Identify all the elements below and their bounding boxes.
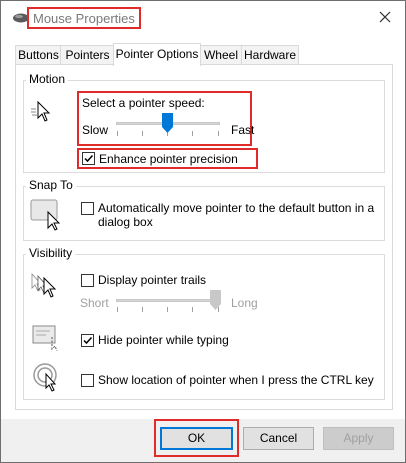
tab-pointer-options[interactable]: Pointer Options [113, 43, 201, 66]
snap-to-label-line2: dialog box [98, 215, 153, 229]
enhance-precision-label: Enhance pointer precision [99, 152, 238, 166]
snap-to-checkbox[interactable] [81, 202, 94, 215]
cancel-button[interactable]: Cancel [243, 427, 314, 450]
mouse-properties-window: Mouse Properties Buttons Pointers Pointe… [0, 0, 406, 463]
tab-wheel[interactable]: Wheel [199, 45, 243, 65]
visibility-group-label: Visibility [26, 246, 76, 260]
show-location-label: Show location of pointer when I press th… [98, 373, 374, 387]
tab-pointers[interactable]: Pointers [60, 45, 115, 65]
motion-group: Motion Select a pointer speed: Slow Fast [23, 72, 385, 173]
speed-slider-thumb[interactable] [162, 113, 173, 133]
hide-pointer-icon [32, 323, 62, 354]
close-icon[interactable] [377, 9, 393, 25]
pointer-trails-icon [30, 272, 60, 303]
hide-pointer-checkbox[interactable] [81, 334, 94, 347]
tab-hardware[interactable]: Hardware [241, 45, 299, 65]
trails-slider-thumb[interactable] [210, 290, 221, 310]
title-bar: Mouse Properties [1, 1, 405, 37]
window-title: Mouse Properties [33, 10, 135, 26]
tab-strip: Buttons Pointers Pointer Options Wheel H… [15, 43, 395, 66]
long-label: Long [231, 296, 258, 310]
slow-label: Slow [82, 123, 109, 137]
ok-button[interactable]: OK [160, 427, 233, 450]
tick [142, 131, 143, 136]
tick [142, 307, 143, 312]
short-label: Short [80, 296, 109, 310]
snap-to-group-label: Snap To [26, 178, 76, 192]
tick [192, 131, 193, 136]
fast-label: Fast [231, 123, 255, 137]
pointer-options-panel: Motion Select a pointer speed: Slow Fast [15, 64, 393, 410]
tick [167, 307, 168, 312]
apply-button[interactable]: Apply [323, 427, 394, 450]
speed-label: Select a pointer speed: [82, 96, 205, 110]
snap-to-label-line1: Automatically move pointer to the defaul… [98, 201, 375, 215]
tick [117, 307, 118, 312]
enhance-precision-checkbox[interactable] [82, 152, 95, 165]
pointer-trails-checkbox[interactable] [81, 274, 94, 287]
tab-buttons[interactable]: Buttons [15, 45, 62, 65]
show-location-checkbox[interactable] [81, 374, 94, 387]
tick [117, 131, 118, 136]
hide-pointer-label: Hide pointer while typing [98, 333, 229, 347]
trails-slider-track[interactable] [116, 299, 220, 302]
tick [192, 307, 193, 312]
snap-to-group: Snap To Automatically move pointer to th… [23, 178, 385, 241]
pointer-speed-icon [30, 99, 56, 128]
tick [218, 131, 219, 136]
snap-to-icon [30, 198, 64, 235]
pointer-location-icon [33, 362, 63, 395]
pointer-trails-label: Display pointer trails [98, 273, 207, 287]
motion-group-label: Motion [26, 72, 69, 86]
visibility-group: Visibility Display pointer trails Short … [23, 246, 385, 400]
title-highlight: Mouse Properties [27, 7, 141, 29]
